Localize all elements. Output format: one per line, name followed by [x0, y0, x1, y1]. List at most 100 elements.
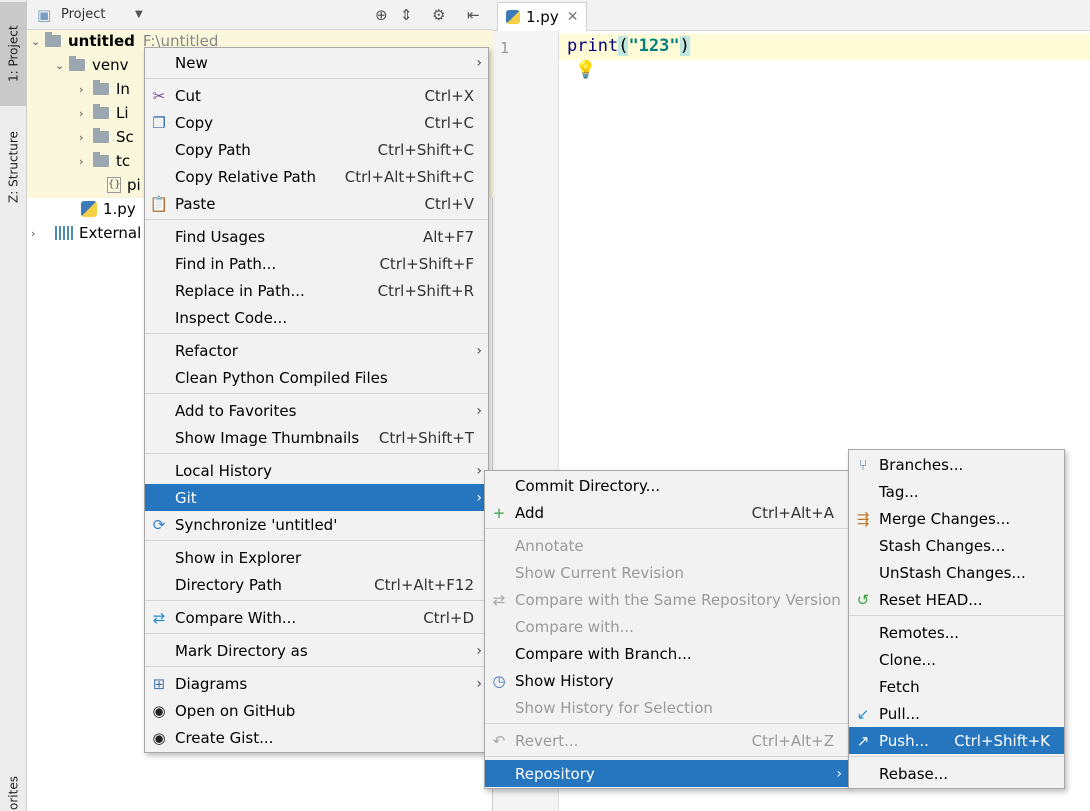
tree-item-1py[interactable]: 1.py [81, 197, 136, 221]
menu-item-label: Git [175, 488, 197, 507]
menu-item-fetch[interactable]: Fetch [849, 673, 1064, 700]
menu-item-shortcut: Ctrl+Alt+Z [751, 731, 834, 750]
chevron-right-icon[interactable]: › [79, 107, 93, 120]
menu-item-git[interactable]: Git › [145, 484, 488, 511]
menu-item-branches[interactable]: ⑂ Branches... [849, 451, 1064, 478]
menu-item-commit-directory[interactable]: Commit Directory... [485, 472, 848, 499]
menu-item-inspect-code[interactable]: Inspect Code... [145, 304, 488, 331]
menu-item-rebase[interactable]: Rebase... [849, 760, 1064, 787]
menu-item-new[interactable]: New › [145, 49, 488, 76]
tree-item-lib[interactable]: › Li [79, 101, 129, 125]
menu-item-compare-with-the-same-repository-version[interactable]: ⇄ Compare with the Same Repository Versio… [485, 586, 848, 613]
menu-item-tag[interactable]: Tag... [849, 478, 1064, 505]
chevron-right-icon[interactable]: › [31, 227, 45, 240]
close-icon[interactable]: ✕ [567, 9, 579, 25]
menu-item-cut[interactable]: ✂ Cut Ctrl+X [145, 82, 488, 109]
python-file-icon [506, 10, 520, 24]
menu-item-diagrams[interactable]: ⊞ Diagrams › [145, 670, 488, 697]
tree-item-external-libraries[interactable]: › External L [31, 221, 154, 245]
menu-item-directory-path[interactable]: Directory Path Ctrl+Alt+F12 [145, 571, 488, 598]
menu-item-label: Paste [175, 194, 216, 213]
menu-item-label: Show History for Selection [515, 698, 713, 717]
editor-tab-1py[interactable]: 1.py ✕ [497, 2, 588, 31]
menu-item-label: Merge Changes... [879, 509, 1011, 528]
menu-item-merge-changes[interactable]: ⇶ Merge Changes... [849, 505, 1064, 532]
menu-item-label: Copy Path [175, 140, 251, 159]
tool-window-strip: 1: Project Z: Structure orites [0, 0, 27, 811]
menu-item-refactor[interactable]: Refactor › [145, 337, 488, 364]
tree-item-tcl[interactable]: › tc [79, 149, 130, 173]
folder-icon [93, 80, 109, 95]
lightbulb-icon[interactable]: 💡 [575, 60, 596, 80]
menu-item-mark-directory-as[interactable]: Mark Directory as › [145, 637, 488, 664]
menu-item-push[interactable]: ↗ Push... Ctrl+Shift+K [849, 727, 1064, 754]
menu-item-remotes[interactable]: Remotes... [849, 619, 1064, 646]
menu-item-open-on-github[interactable]: ◉ Open on GitHub [145, 697, 488, 724]
menu-item-paste[interactable]: 📋 Paste Ctrl+V [145, 190, 488, 217]
code-paren: ( [618, 36, 629, 56]
tab-structure[interactable]: Z: Structure [0, 118, 27, 216]
menu-item-label: Push... [879, 731, 929, 750]
tree-item-label: 1.py [103, 200, 136, 218]
menu-item-show-current-revision[interactable]: Show Current Revision [485, 559, 848, 586]
code-line[interactable]: print("123") [567, 36, 690, 56]
menu-item-label: Find in Path... [175, 254, 277, 273]
menu-item-shortcut: Ctrl+X [424, 86, 474, 105]
menu-item-copy[interactable]: ❐ Copy Ctrl+C [145, 109, 488, 136]
menu-item-synchronize-untitled[interactable]: ⟳ Synchronize 'untitled' [145, 511, 488, 538]
tab-project[interactable]: 1: Project [0, 2, 27, 106]
menu-item-show-history-for-selection[interactable]: Show History for Selection [485, 694, 848, 721]
revert-icon: ↶ [492, 732, 506, 750]
gear-icon[interactable]: ⚙ [432, 6, 445, 24]
menu-item-replace-in-path[interactable]: Replace in Path... Ctrl+Shift+R [145, 277, 488, 304]
menu-item-reset-head[interactable]: ↺ Reset HEAD... [849, 586, 1064, 613]
chevron-right-icon[interactable]: › [79, 131, 93, 144]
chevron-right-icon: › [836, 765, 842, 782]
menu-item-clean-python-compiled-files[interactable]: Clean Python Compiled Files [145, 364, 488, 391]
menu-item-compare-with[interactable]: ⇄ Compare With... Ctrl+D [145, 604, 488, 631]
locate-icon[interactable]: ⊕ [375, 6, 388, 24]
code-function: print [567, 36, 619, 56]
chevron-right-icon[interactable]: › [79, 83, 93, 96]
menu-item-pull[interactable]: ↙ Pull... [849, 700, 1064, 727]
menu-item-show-history[interactable]: ◷ Show History [485, 667, 848, 694]
menu-item-show-image-thumbnails[interactable]: Show Image Thumbnails Ctrl+Shift+T [145, 424, 488, 451]
chevron-right-icon[interactable]: › [79, 155, 93, 168]
menu-item-copy-relative-path[interactable]: Copy Relative Path Ctrl+Alt+Shift+C [145, 163, 488, 190]
menu-item-unstash-changes[interactable]: UnStash Changes... [849, 559, 1064, 586]
project-view-title[interactable]: Project [61, 7, 105, 22]
menu-item-local-history[interactable]: Local History › [145, 457, 488, 484]
menu-item-find-usages[interactable]: Find Usages Alt+F7 [145, 223, 488, 250]
hide-panel-icon[interactable]: ⇤ [467, 6, 480, 24]
menu-item-compare-with[interactable]: Compare with... [485, 613, 848, 640]
menu-item-add[interactable]: + Add Ctrl+Alt+A [485, 499, 848, 526]
menu-item-label: Revert... [515, 731, 579, 750]
tree-item-venv[interactable]: ⌄ venv [55, 53, 129, 77]
menu-item-annotate[interactable]: Annotate [485, 532, 848, 559]
library-icon [55, 226, 73, 240]
tree-item-include[interactable]: › In [79, 77, 130, 101]
menu-item-label: Cut [175, 86, 201, 105]
menu-item-compare-with-branch[interactable]: Compare with Branch... [485, 640, 848, 667]
menu-item-stash-changes[interactable]: Stash Changes... [849, 532, 1064, 559]
menu-item-label: Inspect Code... [175, 308, 288, 327]
chevron-down-icon[interactable]: ⌄ [55, 59, 69, 72]
menu-item-repository[interactable]: Repository › [485, 760, 848, 787]
sync-icon: ⟳ [152, 516, 166, 534]
menu-item-clone[interactable]: Clone... [849, 646, 1064, 673]
menu-item-revert[interactable]: ↶ Revert... Ctrl+Alt+Z [485, 727, 848, 754]
tree-item-pyvenv-cfg[interactable]: {} pi [107, 173, 141, 197]
menu-item-copy-path[interactable]: Copy Path Ctrl+Shift+C [145, 136, 488, 163]
menu-item-add-to-favorites[interactable]: Add to Favorites › [145, 397, 488, 424]
tree-item-scripts[interactable]: › Sc [79, 125, 134, 149]
menu-item-create-gist[interactable]: ◉ Create Gist... [145, 724, 488, 751]
menu-item-find-in-path[interactable]: Find in Path... Ctrl+Shift+F [145, 250, 488, 277]
chevron-down-icon[interactable]: ⌄ [31, 35, 45, 48]
compare-icon: ⇄ [152, 609, 166, 627]
tree-item-label: pi [127, 176, 141, 194]
menu-item-show-in-explorer[interactable]: Show in Explorer [145, 544, 488, 571]
collapse-all-icon[interactable]: ⇕ [400, 6, 413, 24]
menu-item-label: Pull... [879, 704, 920, 723]
chevron-down-icon[interactable]: ▼ [135, 9, 143, 20]
tab-favorites[interactable]: orites [0, 775, 27, 811]
